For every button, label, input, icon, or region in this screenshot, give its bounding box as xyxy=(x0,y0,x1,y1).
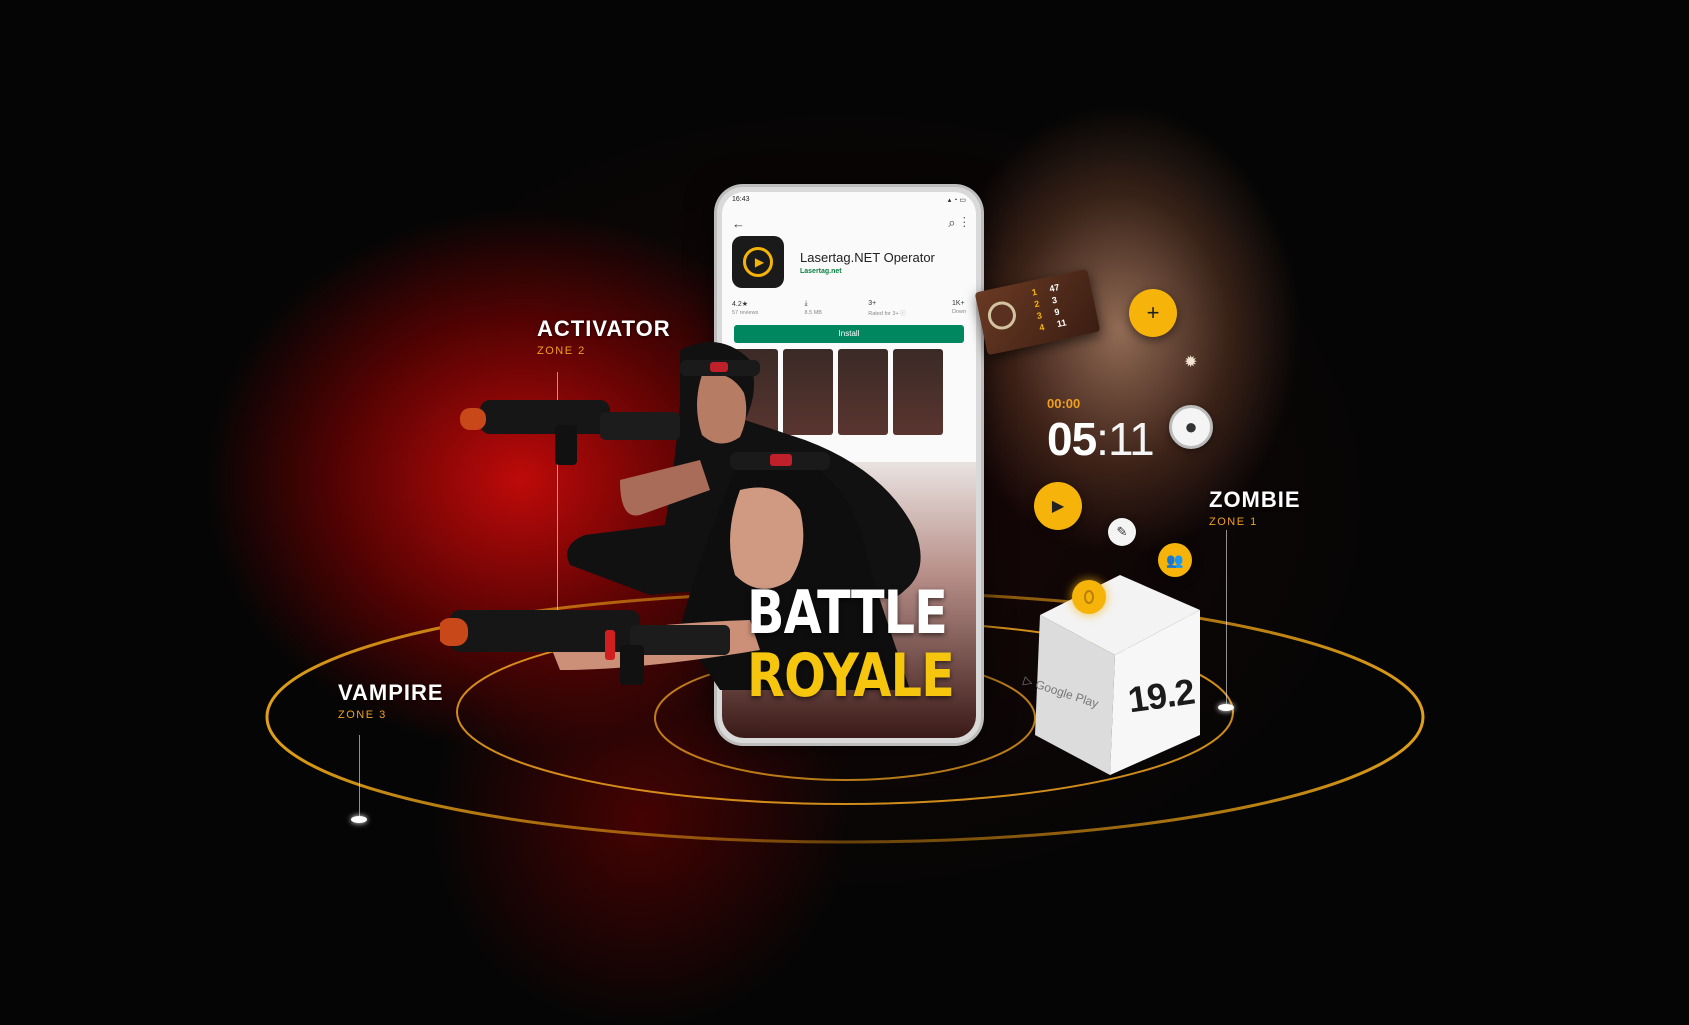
title-line-1: BATTLE xyxy=(747,578,948,648)
app-icon: ▶ xyxy=(732,236,784,288)
app-developer[interactable]: Lasertag.net xyxy=(800,268,935,275)
status-bar: 16:43 ▴ ◔ ▭ xyxy=(722,192,976,212)
plus-icon: + xyxy=(1146,300,1160,325)
laser-gun-top xyxy=(460,400,680,465)
timer-small: 00:00 xyxy=(1047,396,1081,411)
user-icon: ● xyxy=(1184,414,1198,439)
target-ring xyxy=(985,298,1019,333)
more-icon[interactable]: ⋮ xyxy=(963,215,966,230)
score-value: 9 xyxy=(1053,306,1061,318)
timer-big: 05:11 xyxy=(1047,412,1155,466)
promo-stage: ACTIVATOR ZONE 2 VAMPIRE ZONE 3 ZOMBIE Z… xyxy=(0,0,1689,1025)
status-time: 16:43 xyxy=(732,196,750,203)
zone-zombie-marker xyxy=(1218,704,1234,711)
app-text: Lasertag.NET Operator Lasertag.net xyxy=(784,250,935,275)
woman-sensor xyxy=(770,454,792,466)
battle-royale-title: BATTLE ROYALE xyxy=(747,578,955,711)
zone-vampire: VAMPIRE ZONE 3 xyxy=(338,680,444,721)
app-info: ▶ Lasertag.NET Operator Lasertag.net xyxy=(722,234,976,290)
score-grid: 1 47 23 39 4 11 xyxy=(1031,281,1068,334)
zone-vampire-marker xyxy=(351,816,367,823)
download-icon: ⤓ xyxy=(804,300,808,307)
edit-button[interactable]: ✎ xyxy=(1108,518,1136,546)
play-button[interactable]: ▶ xyxy=(1034,482,1082,530)
zone-vampire-line xyxy=(359,735,360,818)
coin-icon xyxy=(1072,580,1106,614)
man-sensor xyxy=(710,362,728,372)
stat-rating: 4.2★ 57 reviews xyxy=(732,300,758,317)
timer-seconds: :11 xyxy=(1096,413,1155,465)
title-line-2: ROYALE xyxy=(747,641,955,711)
stat-size: ⤓ 8.5 MB xyxy=(805,300,822,317)
stat-caption: Rated for 3+ ⓘ xyxy=(868,311,906,317)
app-stats: 4.2★ 57 reviews ⤓ 8.5 MB 3+ Rated for 3+ ⓘ … xyxy=(722,290,976,317)
search-icon[interactable]: ⌕ xyxy=(948,215,955,230)
stat-caption: Down xyxy=(951,309,966,315)
app-title: Lasertag.NET Operator xyxy=(800,249,935,265)
grenade-icon: ✹ xyxy=(1184,354,1198,371)
score-value: 11 xyxy=(1055,317,1068,330)
score-value: 47 xyxy=(1048,282,1061,294)
wristband xyxy=(605,630,615,660)
stat-downloads: 1K+ Down xyxy=(952,300,966,317)
woman-face xyxy=(730,487,804,589)
stat-value: 4.2★ xyxy=(732,301,749,308)
play-icon: ▶ xyxy=(743,247,773,277)
stat-value: 1K+ xyxy=(951,300,965,307)
team-button[interactable]: 👥 xyxy=(1158,543,1192,577)
score-value: 3 xyxy=(1050,294,1058,306)
timer-minutes: 05 xyxy=(1047,413,1097,465)
zone-sub: ZONE 1 xyxy=(1209,516,1258,528)
zone-name: ZOMBIE xyxy=(1209,487,1301,512)
store-topbar: ← ⌕ ⋮ xyxy=(722,212,976,234)
status-icons: ▴ ◔ ▭ xyxy=(947,197,966,204)
coin-mark xyxy=(1084,590,1094,604)
team-icon: 👥 xyxy=(1166,551,1184,568)
zone-zombie: ZOMBIE ZONE 1 xyxy=(1209,487,1301,528)
back-arrow-icon[interactable]: ← xyxy=(732,216,745,231)
zone-name: VAMPIRE xyxy=(338,680,444,705)
topbar-actions: ⌕ ⋮ xyxy=(948,215,966,231)
play-icon: ▶ xyxy=(1051,498,1065,515)
zone-zombie-line xyxy=(1226,530,1227,705)
zone-sub: ZONE 3 xyxy=(338,709,387,721)
score-rank: 4 xyxy=(1038,322,1046,333)
profile-button[interactable]: ● xyxy=(1169,405,1213,449)
stat-value: 3+ xyxy=(868,300,877,307)
stat-age: 3+ Rated for 3+ ⓘ xyxy=(868,300,905,317)
stat-caption: 57 reviews xyxy=(732,310,759,316)
stat-caption: 8.5 MB xyxy=(804,310,822,316)
plus-button[interactable]: + xyxy=(1129,289,1177,337)
pencil-icon: ✎ xyxy=(1116,524,1128,539)
